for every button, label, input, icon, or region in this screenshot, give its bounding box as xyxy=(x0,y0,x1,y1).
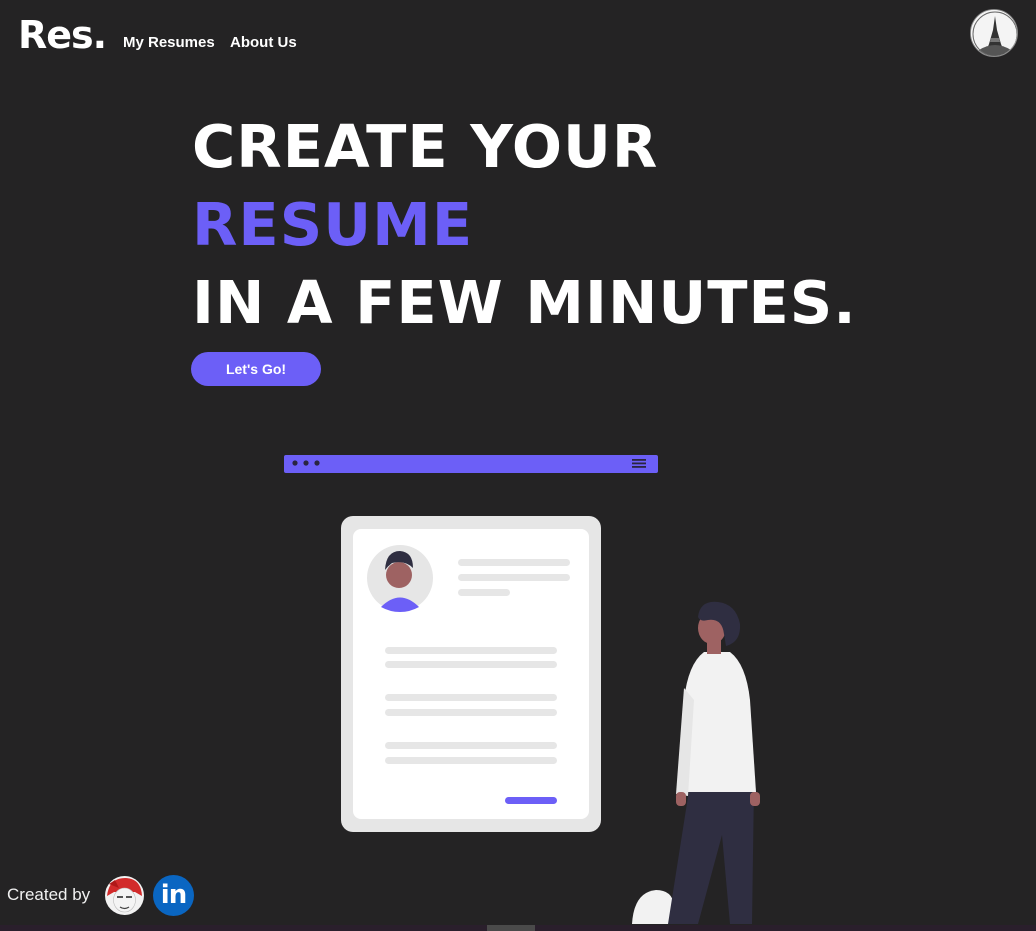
horizontal-scrollbar-thumb[interactable] xyxy=(487,925,535,931)
creator-avatar-icon[interactable] xyxy=(105,876,144,915)
browser-bar-icon xyxy=(284,455,658,473)
logo[interactable]: Res. xyxy=(18,12,107,58)
resume-card-icon xyxy=(341,516,601,832)
linkedin-label: in xyxy=(160,879,187,910)
created-by-label: Created by xyxy=(7,885,91,904)
person-figure-icon xyxy=(632,601,760,924)
profile-avatar-icon[interactable] xyxy=(970,9,1018,57)
lets-go-button[interactable]: Let's Go! xyxy=(191,352,321,386)
hero-title-line-3: IN A FEW MINUTES. xyxy=(192,268,857,337)
hero-title-line-1: CREATE YOUR xyxy=(192,112,659,181)
page: Res. My Resumes About Us CREATE YOUR RES… xyxy=(0,0,1036,931)
hero-title-line-2: RESUME xyxy=(192,190,474,259)
nav-my-resumes[interactable]: My Resumes xyxy=(123,34,215,52)
linkedin-icon[interactable]: in xyxy=(153,875,194,916)
nav-about-us[interactable]: About Us xyxy=(230,34,297,52)
